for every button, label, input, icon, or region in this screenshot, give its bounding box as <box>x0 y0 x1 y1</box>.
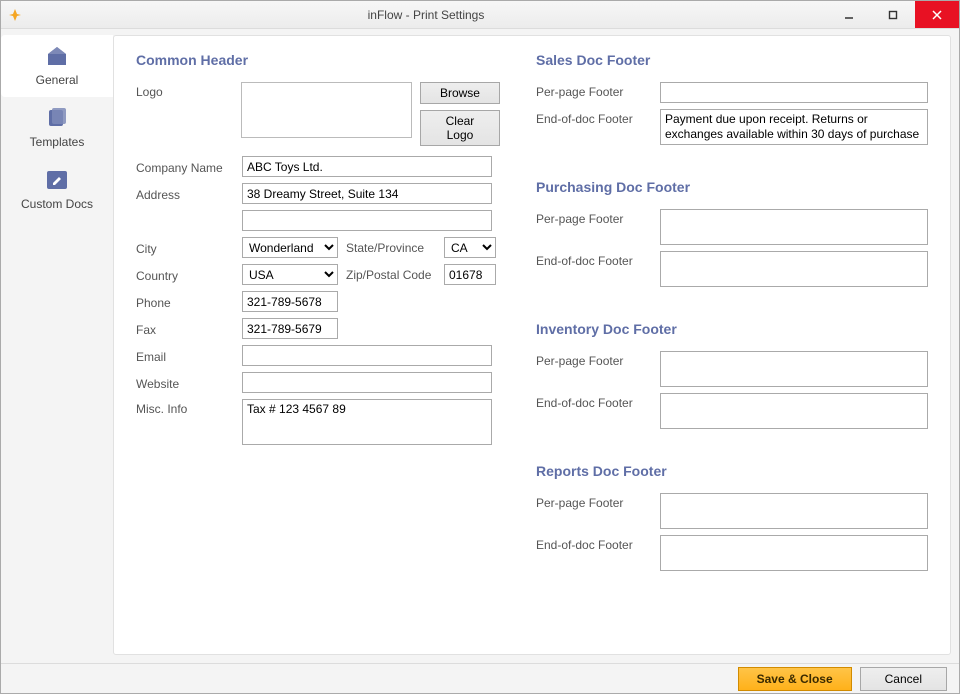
website-label: Website <box>136 374 234 391</box>
close-button[interactable] <box>915 1 959 28</box>
purchasing-perpage-label: Per-page Footer <box>536 209 652 226</box>
window-titlebar: inFlow - Print Settings <box>1 1 959 29</box>
sales-end-input[interactable]: Payment due upon receipt. Returns or exc… <box>660 109 928 145</box>
content-panel: Common Header Logo Browse Clear Logo Com… <box>113 35 951 655</box>
browse-button[interactable]: Browse <box>420 82 500 104</box>
sales-perpage-label: Per-page Footer <box>536 82 652 99</box>
misc-info-label: Misc. Info <box>136 399 234 416</box>
logo-preview <box>241 82 412 138</box>
phone-input[interactable] <box>242 291 338 312</box>
purchasing-footer-heading: Purchasing Doc Footer <box>536 179 928 195</box>
reports-end-label: End-of-doc Footer <box>536 535 652 552</box>
email-label: Email <box>136 347 234 364</box>
website-input[interactable] <box>242 372 492 393</box>
country-select[interactable]: USA <box>242 264 338 285</box>
sidebar-item-general[interactable]: General <box>1 35 113 97</box>
home-icon <box>43 43 71 69</box>
sidebar-item-templates[interactable]: Templates <box>1 97 113 159</box>
country-label: Country <box>136 266 234 283</box>
fax-label: Fax <box>136 320 234 337</box>
inventory-perpage-input[interactable] <box>660 351 928 387</box>
address2-input[interactable] <box>242 210 492 231</box>
sales-perpage-input[interactable] <box>660 82 928 103</box>
sidebar-item-label: Templates <box>30 135 85 149</box>
save-close-button[interactable]: Save & Close <box>738 667 852 691</box>
minimize-button[interactable] <box>827 1 871 28</box>
sales-end-label: End-of-doc Footer <box>536 109 652 126</box>
cancel-button[interactable]: Cancel <box>860 667 947 691</box>
state-select[interactable]: CA <box>444 237 496 258</box>
inventory-end-label: End-of-doc Footer <box>536 393 652 410</box>
purchasing-end-input[interactable] <box>660 251 928 287</box>
inventory-end-input[interactable] <box>660 393 928 429</box>
purchasing-perpage-input[interactable] <box>660 209 928 245</box>
city-select[interactable]: Wonderland <box>242 237 338 258</box>
company-name-label: Company Name <box>136 158 234 175</box>
window-buttons <box>827 1 959 28</box>
reports-end-input[interactable] <box>660 535 928 571</box>
email-input[interactable] <box>242 345 492 366</box>
common-header-heading: Common Header <box>136 52 500 68</box>
reports-perpage-input[interactable] <box>660 493 928 529</box>
state-label: State/Province <box>346 241 436 255</box>
logo-label: Logo <box>136 82 233 99</box>
company-name-input[interactable] <box>242 156 492 177</box>
reports-footer-heading: Reports Doc Footer <box>536 463 928 479</box>
sidebar-item-custom-docs[interactable]: Custom Docs <box>1 159 113 221</box>
sidebar: General Templates Custom Docs <box>1 29 113 663</box>
sidebar-item-label: Custom Docs <box>21 197 93 211</box>
purchasing-end-label: End-of-doc Footer <box>536 251 652 268</box>
dialog-footer: Save & Close Cancel <box>1 663 959 693</box>
misc-info-input[interactable]: Tax # 123 4567 89 <box>242 399 492 445</box>
sales-footer-heading: Sales Doc Footer <box>536 52 928 68</box>
zip-input[interactable] <box>444 264 496 285</box>
pencil-icon <box>43 167 71 193</box>
inventory-footer-heading: Inventory Doc Footer <box>536 321 928 337</box>
reports-perpage-label: Per-page Footer <box>536 493 652 510</box>
inventory-perpage-label: Per-page Footer <box>536 351 652 368</box>
app-icon <box>5 8 25 22</box>
sidebar-item-label: General <box>36 73 79 87</box>
address-label: Address <box>136 185 234 202</box>
city-label: City <box>136 239 234 256</box>
window-title: inFlow - Print Settings <box>25 8 827 22</box>
fax-input[interactable] <box>242 318 338 339</box>
clear-logo-button[interactable]: Clear Logo <box>420 110 500 146</box>
phone-label: Phone <box>136 293 234 310</box>
zip-label: Zip/Postal Code <box>346 268 436 282</box>
address1-input[interactable] <box>242 183 492 204</box>
templates-icon <box>43 105 71 131</box>
maximize-button[interactable] <box>871 1 915 28</box>
